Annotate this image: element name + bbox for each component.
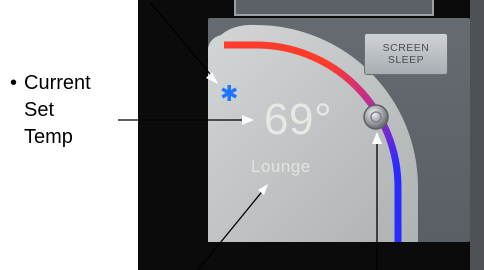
dial-knob-icon[interactable]	[363, 104, 389, 130]
set-temperature-readout: 69°	[264, 95, 333, 144]
zone-name-label[interactable]: Lounge	[251, 157, 311, 177]
caption-line-2: Set	[24, 99, 55, 121]
screen-sleep-button[interactable]: SCREEN SLEEP	[364, 33, 448, 75]
thermostat-device-photo: ✱ 69° Lounge SCREEN SLEEP	[138, 0, 484, 270]
caption: • Current Set Temp	[10, 70, 91, 151]
caption-line-3: Temp	[24, 126, 73, 148]
annotated-screenshot: • Current Set Temp ✱ 69° Lounge SCREEN S…	[0, 0, 484, 270]
screen-sleep-line1: SCREEN	[382, 42, 430, 54]
caption-line-1: Current	[24, 72, 91, 94]
snowflake-icon[interactable]: ✱	[220, 83, 238, 105]
caption-bullet: •	[10, 72, 18, 94]
screen-sleep-line2: SLEEP	[387, 54, 425, 66]
